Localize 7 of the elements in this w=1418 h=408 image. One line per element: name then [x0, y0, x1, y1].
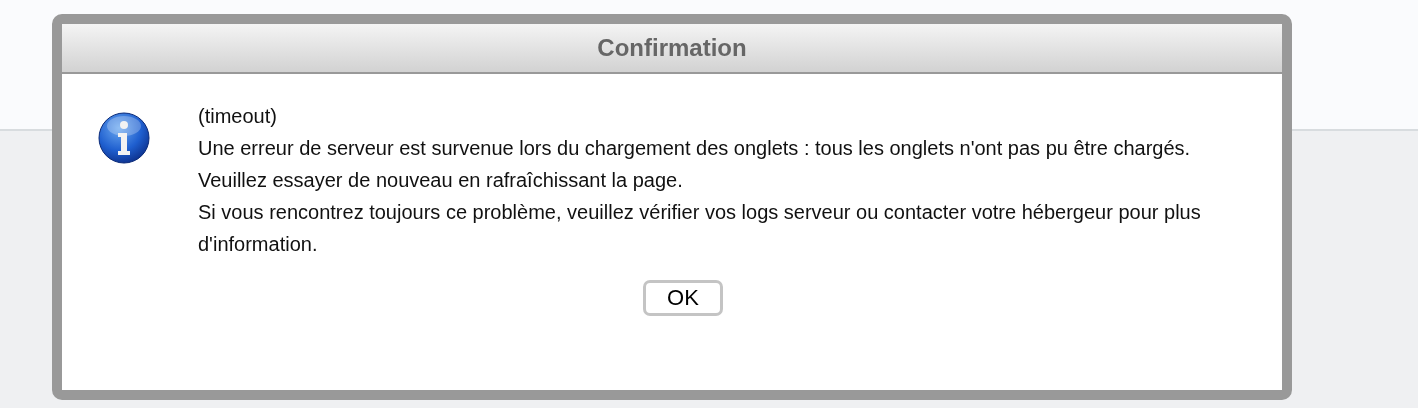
message-text: Veuillez essayer de nouveau en rafraîchissant la page. — [198, 168, 684, 193]
info-icon — [98, 112, 150, 164]
ok-button[interactable]: OK — [643, 280, 723, 316]
message-text: Si vous rencontrez toujours ce problème, veuillez vérifier vos logs serveur ou contacter votre hébergeur pour plus d'information. — [198, 200, 1202, 257]
dialog-title: Confirmation — [62, 24, 1282, 74]
message-text: (timeout) — [198, 104, 278, 129]
message-text: Une erreur de serveur est survenue lors du chargement des onglets : tous les onglets n'ont pas pu être chargés. — [198, 136, 1192, 161]
